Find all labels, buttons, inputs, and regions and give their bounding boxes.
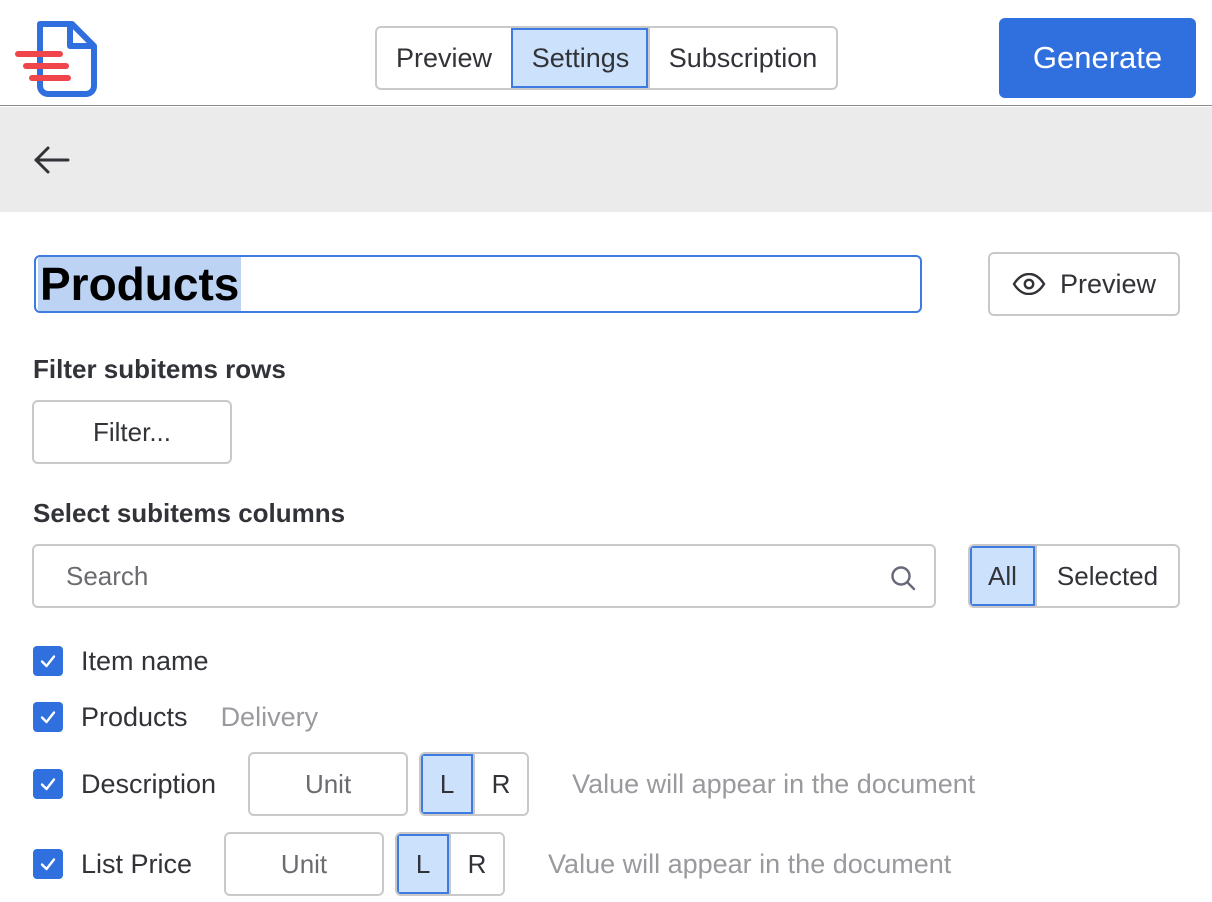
checkbox-description[interactable] [33,769,63,799]
column-row-description: Description Unit L R Value will appear i… [33,752,975,816]
column-hint: Delivery [220,701,319,732]
column-view-toggle: All Selected [968,544,1180,608]
check-icon [40,778,56,791]
check-icon [40,858,56,871]
column-label: Products [81,701,188,732]
column-label: Description [81,768,217,799]
app-header: Preview Settings Subscription Generate [0,0,1212,106]
filter-heading: Filter subitems rows [33,354,286,384]
toggle-selected[interactable]: Selected [1035,546,1178,606]
align-left-option[interactable]: L [397,834,450,894]
unit-input[interactable]: Unit [248,752,409,816]
align-right-option[interactable]: R [473,754,527,814]
check-icon [40,711,56,724]
toggle-all[interactable]: All [970,546,1035,606]
column-row-item-name: Item name [33,629,209,693]
align-toggle: L R [395,832,506,896]
search-input[interactable] [34,546,874,606]
align-right-option[interactable]: R [449,834,503,894]
tab-preview[interactable]: Preview [377,28,511,88]
preview-button[interactable]: Preview [988,252,1180,316]
tab-settings[interactable]: Settings [511,28,648,88]
column-hint: Value will appear in the document [572,768,976,799]
column-row-products: Products Delivery [33,685,318,749]
column-row-list-price: List Price Unit L R Value will appear in… [33,832,951,896]
column-label: Item name [81,645,209,676]
generate-button[interactable]: Generate [999,18,1196,98]
column-hint: Value will appear in the document [548,848,952,879]
column-label: List Price [81,848,193,879]
checkbox-item-name[interactable] [33,646,63,676]
table-title-text: Products [38,257,242,311]
filter-button[interactable]: Filter... [32,400,232,464]
search-icon [891,566,916,591]
check-icon [40,655,56,668]
preview-button-label: Preview [1059,268,1157,299]
tab-subscription[interactable]: Subscription [648,28,836,88]
column-search [32,544,936,608]
unit-input[interactable]: Unit [224,832,385,896]
view-tabs: Preview Settings Subscription [375,26,838,90]
checkbox-list-price[interactable] [33,849,63,879]
columns-heading: Select subitems columns [33,498,346,528]
align-toggle: L R [419,752,530,816]
back-toolbar [0,107,1212,212]
table-title-input[interactable]: Products [34,255,922,313]
checkbox-products[interactable] [33,702,63,732]
align-left-option[interactable]: L [421,754,474,814]
eye-icon [1012,273,1046,295]
app-logo-icon [15,21,97,97]
arrow-left-icon[interactable] [30,138,74,182]
